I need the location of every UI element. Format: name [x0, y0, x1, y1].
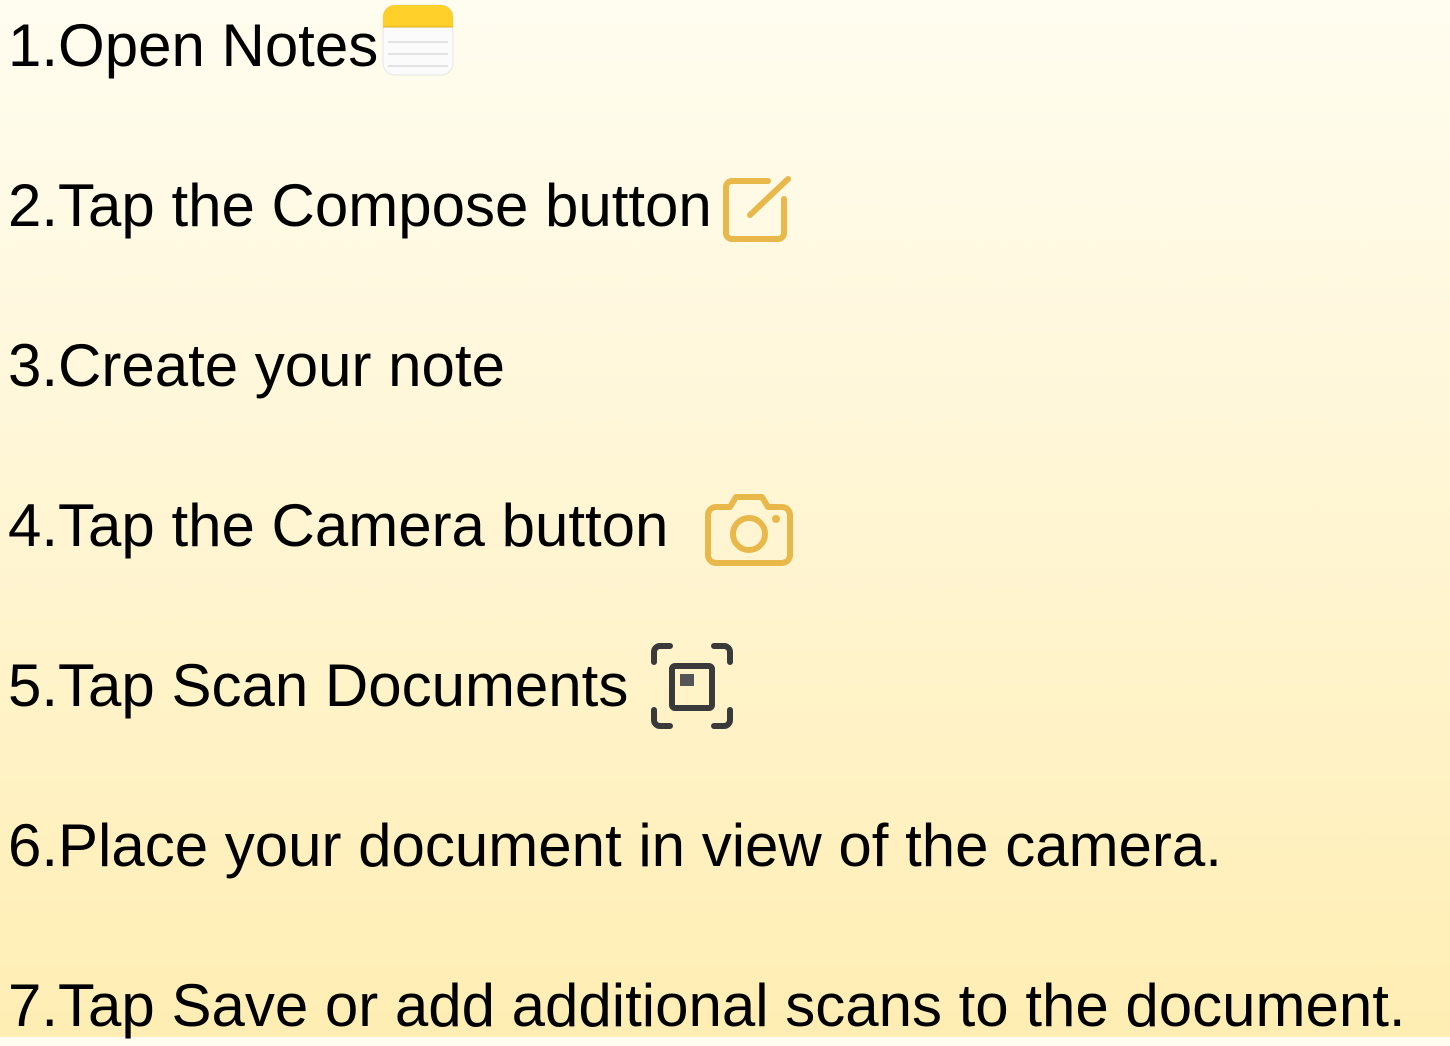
step-tap-scan-documents: 5.Tap Scan Documents: [8, 643, 734, 729]
step-text: 5.Tap Scan Documents: [8, 652, 629, 719]
scan-documents-icon: [650, 642, 734, 730]
step-tap-compose: 2.Tap the Compose button: [8, 166, 794, 246]
step-place-document: 6.Place your document in view of the cam…: [8, 806, 1222, 886]
step-tap-save: 7.Tap Save or add additional scans to th…: [8, 966, 1406, 1046]
step-text: 1.Open Notes: [8, 12, 379, 79]
camera-icon: [704, 491, 794, 567]
step-tap-camera: 4.Tap the Camera button: [8, 486, 794, 566]
step-text: 3.Create your note: [8, 332, 505, 399]
instructions-list: 1.Open Notes 2.Tap the Compose button 3.…: [0, 0, 1450, 1037]
notes-app-icon: [382, 4, 454, 76]
step-text: 7.Tap Save or add additional scans to th…: [8, 972, 1406, 1039]
step-text: 4.Tap the Camera button: [8, 492, 669, 559]
step-text: 6.Place your document in view of the cam…: [8, 812, 1222, 879]
compose-icon: [722, 175, 794, 243]
step-text: 2.Tap the Compose button: [8, 172, 712, 239]
step-open-notes: 1.Open Notes: [8, 4, 454, 86]
step-create-note: 3.Create your note: [8, 326, 505, 406]
